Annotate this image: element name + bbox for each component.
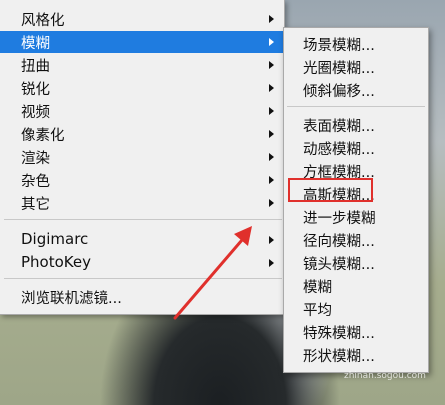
- annotation-arrow-icon: [173, 226, 252, 320]
- watermark: zhinan.sogou.com: [344, 371, 426, 381]
